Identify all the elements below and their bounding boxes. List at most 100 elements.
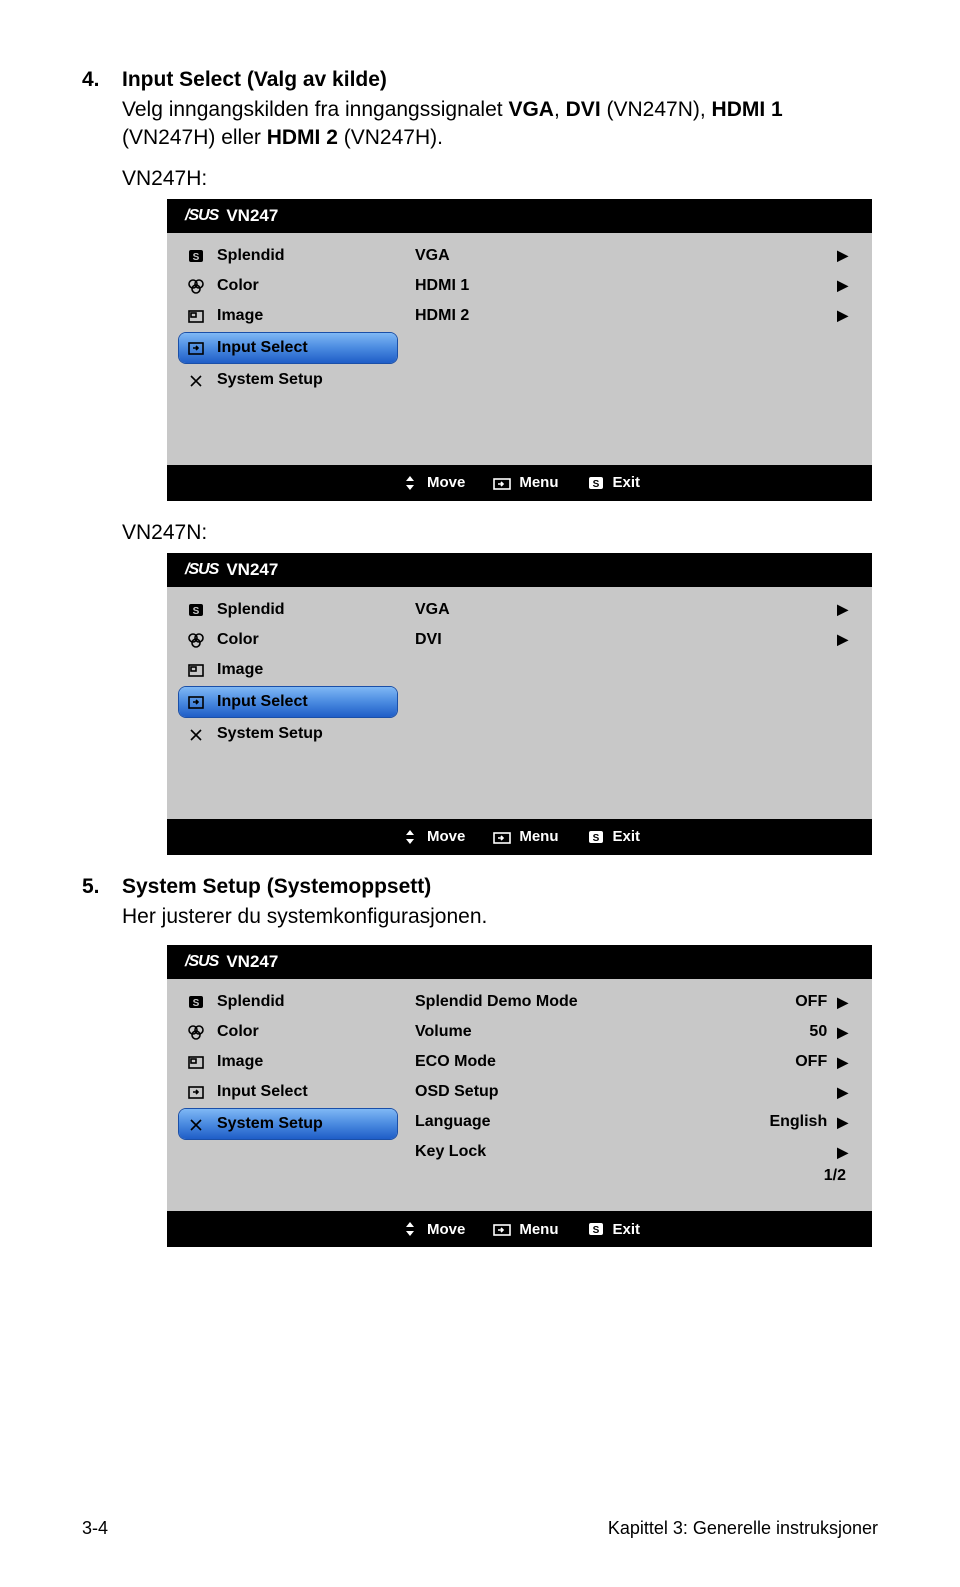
exit-icon: S [585, 473, 607, 493]
footer-menu: Menu [491, 473, 558, 493]
input-icon [185, 339, 207, 357]
chevron-right-icon: ▶ [837, 277, 848, 294]
sidebar-item-system-setup[interactable]: System Setup [167, 365, 407, 395]
sidebar-item-input-select[interactable]: Input Select [167, 1077, 407, 1107]
footer-label: Exit [613, 828, 641, 845]
label-vn247n: VN247N: [122, 521, 878, 545]
sidebar-item-color[interactable]: Color [167, 1017, 407, 1047]
chevron-right-icon: ▶ [837, 1084, 848, 1101]
image-icon [185, 1053, 207, 1071]
osd-sidebar: S Splendid Color Image Input Select [167, 979, 407, 1211]
svg-text:S: S [193, 998, 200, 1009]
osd-header: /SUS VN247 [167, 199, 872, 233]
option-row[interactable]: ECO Mode OFF ▶ [407, 1047, 872, 1077]
option-row[interactable]: HDMI 2 ▶ [407, 301, 872, 331]
footer-move: Move [399, 1219, 465, 1239]
osd-panel-system-setup: /SUS VN247 S Splendid Color Image [167, 945, 872, 1247]
updown-icon [399, 473, 421, 493]
section-4-title: Input Select (Valg av kilde) [122, 68, 387, 92]
footer-label: Move [427, 474, 465, 491]
sidebar-item-input-select[interactable]: Input Select [179, 333, 397, 363]
tools-icon [185, 371, 207, 389]
svg-text:S: S [592, 1225, 599, 1236]
option-row[interactable]: DVI ▶ [407, 625, 872, 655]
section-5-title: System Setup (Systemoppsett) [122, 875, 431, 899]
sidebar-label: Splendid [217, 993, 285, 1011]
option-label: HDMI 2 [415, 307, 837, 325]
sidebar-item-color[interactable]: Color [167, 271, 407, 301]
chevron-right-icon: ▶ [837, 247, 848, 264]
color-icon [185, 631, 207, 649]
osd-header: /SUS VN247 [167, 945, 872, 979]
footer-label: Move [427, 1221, 465, 1238]
page-footer: 3-4 Kapittel 3: Generelle instruksjoner [82, 1518, 878, 1539]
section-5-heading: 5. System Setup (Systemoppsett) [82, 875, 878, 899]
osd-sidebar: S Splendid Color Image Input Select [167, 233, 407, 465]
sidebar-label: Splendid [217, 601, 285, 619]
osd-panel-vn247n: /SUS VN247 S Splendid Color Image [167, 553, 872, 855]
sidebar-label: Color [217, 277, 259, 295]
option-row[interactable]: VGA ▶ [407, 241, 872, 271]
updown-icon [399, 827, 421, 847]
sidebar-item-image[interactable]: Image [167, 1047, 407, 1077]
option-row[interactable]: OSD Setup ▶ [407, 1077, 872, 1107]
sidebar-item-image[interactable]: Image [167, 301, 407, 331]
asus-logo: /SUS [185, 561, 218, 579]
svg-text:S: S [592, 833, 599, 844]
sidebar-label: Image [217, 307, 263, 325]
osd-footer: Move Menu S Exit [167, 465, 872, 501]
osd-panel-vn247h: /SUS VN247 S Splendid Color Image [167, 199, 872, 501]
osd-footer: Move Menu S Exit [167, 1211, 872, 1247]
exit-icon: S [585, 1219, 607, 1239]
osd-footer: Move Menu S Exit [167, 819, 872, 855]
chevron-right-icon: ▶ [837, 1114, 848, 1131]
sidebar-item-system-setup[interactable]: System Setup [179, 1109, 397, 1139]
option-row[interactable]: Language English ▶ [407, 1107, 872, 1137]
sidebar-item-splendid[interactable]: S Splendid [167, 595, 407, 625]
page-number: 3-4 [82, 1518, 108, 1539]
chevron-right-icon: ▶ [837, 994, 848, 1011]
option-row[interactable]: Splendid Demo Mode OFF ▶ [407, 987, 872, 1017]
section-4-heading: 4. Input Select (Valg av kilde) [82, 68, 878, 92]
footer-move: Move [399, 827, 465, 847]
footer-menu: Menu [491, 1219, 558, 1239]
option-label: Splendid Demo Mode [415, 993, 795, 1011]
sidebar-label: System Setup [217, 371, 323, 389]
sidebar-item-system-setup[interactable]: System Setup [167, 719, 407, 749]
section-5-number: 5. [82, 875, 122, 899]
chevron-right-icon: ▶ [837, 1024, 848, 1041]
section-5-body: Her justerer du systemkonfigurasjonen. [122, 903, 878, 931]
option-row[interactable]: VGA ▶ [407, 595, 872, 625]
menu-icon [491, 1219, 513, 1239]
sidebar-label: System Setup [217, 725, 323, 743]
sidebar-item-splendid[interactable]: S Splendid [167, 241, 407, 271]
option-row[interactable]: Key Lock ▶ [407, 1137, 872, 1167]
sidebar-item-splendid[interactable]: S Splendid [167, 987, 407, 1017]
footer-label: Exit [613, 474, 641, 491]
option-label: ECO Mode [415, 1053, 795, 1071]
updown-icon [399, 1219, 421, 1239]
sidebar-item-input-select[interactable]: Input Select [179, 687, 397, 717]
sidebar-label: System Setup [217, 1115, 323, 1133]
option-value: OFF [795, 993, 827, 1011]
menu-icon [491, 827, 513, 847]
footer-label: Move [427, 828, 465, 845]
option-row[interactable]: HDMI 1 ▶ [407, 271, 872, 301]
sidebar-label: Image [217, 661, 263, 679]
chapter-label: Kapittel 3: Generelle instruksjoner [608, 1518, 878, 1539]
osd-sidebar: S Splendid Color Image Input Select [167, 587, 407, 819]
option-row[interactable]: Volume 50 ▶ [407, 1017, 872, 1047]
input-icon [185, 693, 207, 711]
option-label: OSD Setup [415, 1083, 827, 1101]
splendid-icon: S [185, 247, 207, 265]
footer-label: Exit [613, 1221, 641, 1238]
sidebar-item-color[interactable]: Color [167, 625, 407, 655]
sidebar-label: Splendid [217, 247, 285, 265]
sidebar-item-image[interactable]: Image [167, 655, 407, 685]
osd-options: VGA ▶ DVI ▶ [407, 587, 872, 819]
menu-icon [491, 473, 513, 493]
chevron-right-icon: ▶ [837, 307, 848, 324]
footer-move: Move [399, 473, 465, 493]
svg-text:S: S [193, 606, 200, 617]
option-label: VGA [415, 601, 837, 619]
